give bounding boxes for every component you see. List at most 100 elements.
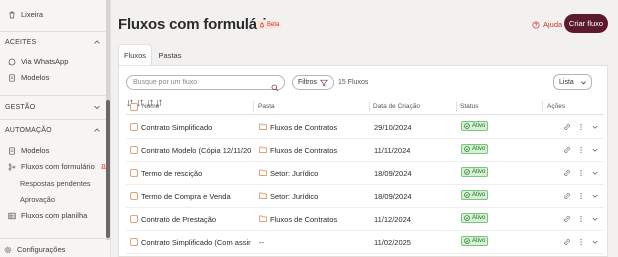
link-icon[interactable] — [563, 169, 571, 177]
sidebar-item-respostas-pendentes[interactable]: Respostas pendentes — [20, 179, 91, 188]
chevron-down-icon[interactable] — [591, 123, 599, 131]
flow-name[interactable]: Termo de rescição — [141, 169, 251, 178]
check-circle-icon — [464, 215, 470, 221]
sidebar-item-fluxos-formulario[interactable]: Fluxos com formulário — [8, 162, 107, 171]
flow-folder[interactable]: Setor: Jurídico — [270, 169, 318, 178]
row-checkbox[interactable] — [130, 169, 138, 177]
sidebar-item-modelos-automacao[interactable]: Modelos — [8, 146, 49, 155]
checkbox[interactable] — [130, 103, 138, 111]
link-icon[interactable] — [563, 215, 571, 223]
sidebar-item-modelos-aceites[interactable]: Modelos — [8, 73, 49, 82]
sidebar-item-aprovacao[interactable]: Aprovação — [20, 195, 55, 204]
sidebar-item-label: Modelos — [21, 146, 50, 155]
filter-icon — [320, 79, 328, 87]
row-checkbox[interactable] — [130, 146, 138, 154]
row-checkbox[interactable] — [130, 123, 138, 131]
flow-folder[interactable]: Setor: Jurídico — [270, 192, 318, 201]
link-icon[interactable] — [563, 238, 571, 246]
flow-folder[interactable]: Fluxos de Contratos — [270, 215, 337, 224]
column-nome[interactable]: Nome — [142, 103, 159, 110]
more-options-icon[interactable] — [577, 215, 585, 223]
section-title: AUTOMAÇÃO — [5, 126, 52, 134]
row-checkbox[interactable] — [130, 215, 138, 223]
status-badge: Ativo — [461, 213, 489, 223]
column-pasta[interactable]: Pasta — [258, 103, 275, 110]
table-row[interactable]: Contrato Simplificado (Com assina... -- 11… — [126, 231, 604, 254]
more-options-icon[interactable] — [577, 123, 585, 131]
column-data-criacao[interactable]: Data de Criação — [373, 103, 420, 110]
tab-fluxos[interactable]: Fluxos — [118, 44, 152, 66]
table-row[interactable]: Contrato de Prestação Fluxos de Contratos… — [126, 208, 604, 231]
chevron-up-icon — [93, 38, 101, 46]
help-link[interactable]: Ajuda — [532, 20, 562, 29]
whatsapp-icon — [8, 58, 16, 66]
chevron-down-icon[interactable] — [591, 169, 599, 177]
more-options-icon[interactable] — [577, 238, 585, 246]
section-aceites[interactable]: ACEITES — [5, 38, 101, 46]
flow-name[interactable]: Contrato Simplificado (Com assina... — [141, 238, 251, 247]
more-options-icon[interactable] — [577, 169, 585, 177]
flow-name[interactable]: Termo de Compra e Venda — [141, 192, 251, 201]
section-gestao[interactable]: GESTÃO — [5, 103, 101, 111]
flow-folder: -- — [259, 238, 264, 247]
status-label: Ativo — [472, 123, 486, 129]
row-checkbox[interactable] — [130, 238, 138, 246]
row-checkbox[interactable] — [130, 192, 138, 200]
flow-name[interactable]: Contrato Modelo (Cópia 12/11/2024... — [141, 146, 251, 155]
divider — [0, 119, 106, 120]
link-icon[interactable] — [563, 123, 571, 131]
chevron-down-icon[interactable] — [591, 146, 599, 154]
flow-name[interactable]: Contrato Simplificado — [141, 123, 251, 132]
chevron-down-icon — [580, 79, 587, 86]
flow-icon — [8, 162, 16, 171]
trash-icon — [8, 11, 16, 19]
view-select[interactable]: Lista — [553, 74, 592, 90]
page-title: Fluxos com formulário — [118, 16, 276, 33]
sidebar-item-lixeira[interactable]: Lixeira — [8, 10, 43, 19]
search-icon[interactable] — [271, 79, 279, 92]
link-icon[interactable] — [563, 146, 571, 154]
status-label: Ativo — [472, 146, 486, 152]
divider — [0, 31, 106, 32]
status-label: Ativo — [472, 238, 486, 244]
flow-folder[interactable]: Fluxos de Contratos — [270, 123, 337, 132]
check-circle-icon — [464, 146, 470, 152]
sidebar-item-configuracoes[interactable]: Configurações — [4, 245, 65, 254]
folder-icon — [259, 169, 267, 176]
document-icon — [8, 146, 16, 155]
table-row[interactable]: Termo de Compra e Venda Setor: Jurídico 18… — [126, 185, 604, 208]
sidebar-item-label: Fluxos com planilha — [21, 211, 88, 220]
search-box — [126, 75, 285, 92]
search-input[interactable] — [133, 79, 268, 86]
select-all-checkbox[interactable] — [130, 103, 138, 111]
flow-date: 18/09/2024 — [374, 169, 412, 178]
tab-pastas[interactable]: Pastas — [156, 44, 184, 66]
more-options-icon[interactable] — [577, 192, 585, 200]
chevron-down-icon[interactable] — [591, 238, 599, 246]
table-row[interactable]: Termo de rescição Setor: Jurídico 18/09/20… — [126, 162, 604, 185]
sidebar-item-fluxos-planilha[interactable]: Fluxos com planilha — [8, 211, 87, 220]
create-flow-button[interactable]: Criar fluxo — [564, 14, 608, 33]
beta-badge: Beta — [256, 21, 283, 29]
folder-icon — [259, 192, 267, 199]
filters-button[interactable]: Filtros — [292, 75, 334, 90]
chevron-down-icon — [93, 103, 101, 111]
flow-folder[interactable]: Fluxos de Contratos — [270, 146, 337, 155]
column-status[interactable]: Status — [460, 103, 478, 110]
link-icon[interactable] — [563, 192, 571, 200]
table-row[interactable]: Contrato Simplificado Fluxos de Contratos… — [126, 116, 604, 139]
sidebar-item-label: Configurações — [17, 245, 66, 254]
section-title: ACEITES — [5, 38, 37, 46]
flow-name[interactable]: Contrato de Prestação — [141, 215, 251, 224]
more-options-icon[interactable] — [577, 146, 585, 154]
beta-icon — [259, 22, 265, 28]
table-row[interactable]: Contrato Modelo (Cópia 12/11/2024... Flux… — [126, 139, 604, 162]
beta-label: Beta — [267, 22, 280, 28]
column-acoes: Ações — [547, 103, 566, 110]
chevron-down-icon[interactable] — [591, 192, 599, 200]
chevron-down-icon[interactable] — [591, 215, 599, 223]
section-automacao[interactable]: AUTOMAÇÃO — [5, 126, 101, 134]
column-separator — [542, 101, 543, 112]
sidebar-item-via-whatsapp[interactable]: Via WhatsApp — [8, 57, 68, 66]
sidebar-scrollbar-thumb[interactable] — [106, 100, 110, 238]
